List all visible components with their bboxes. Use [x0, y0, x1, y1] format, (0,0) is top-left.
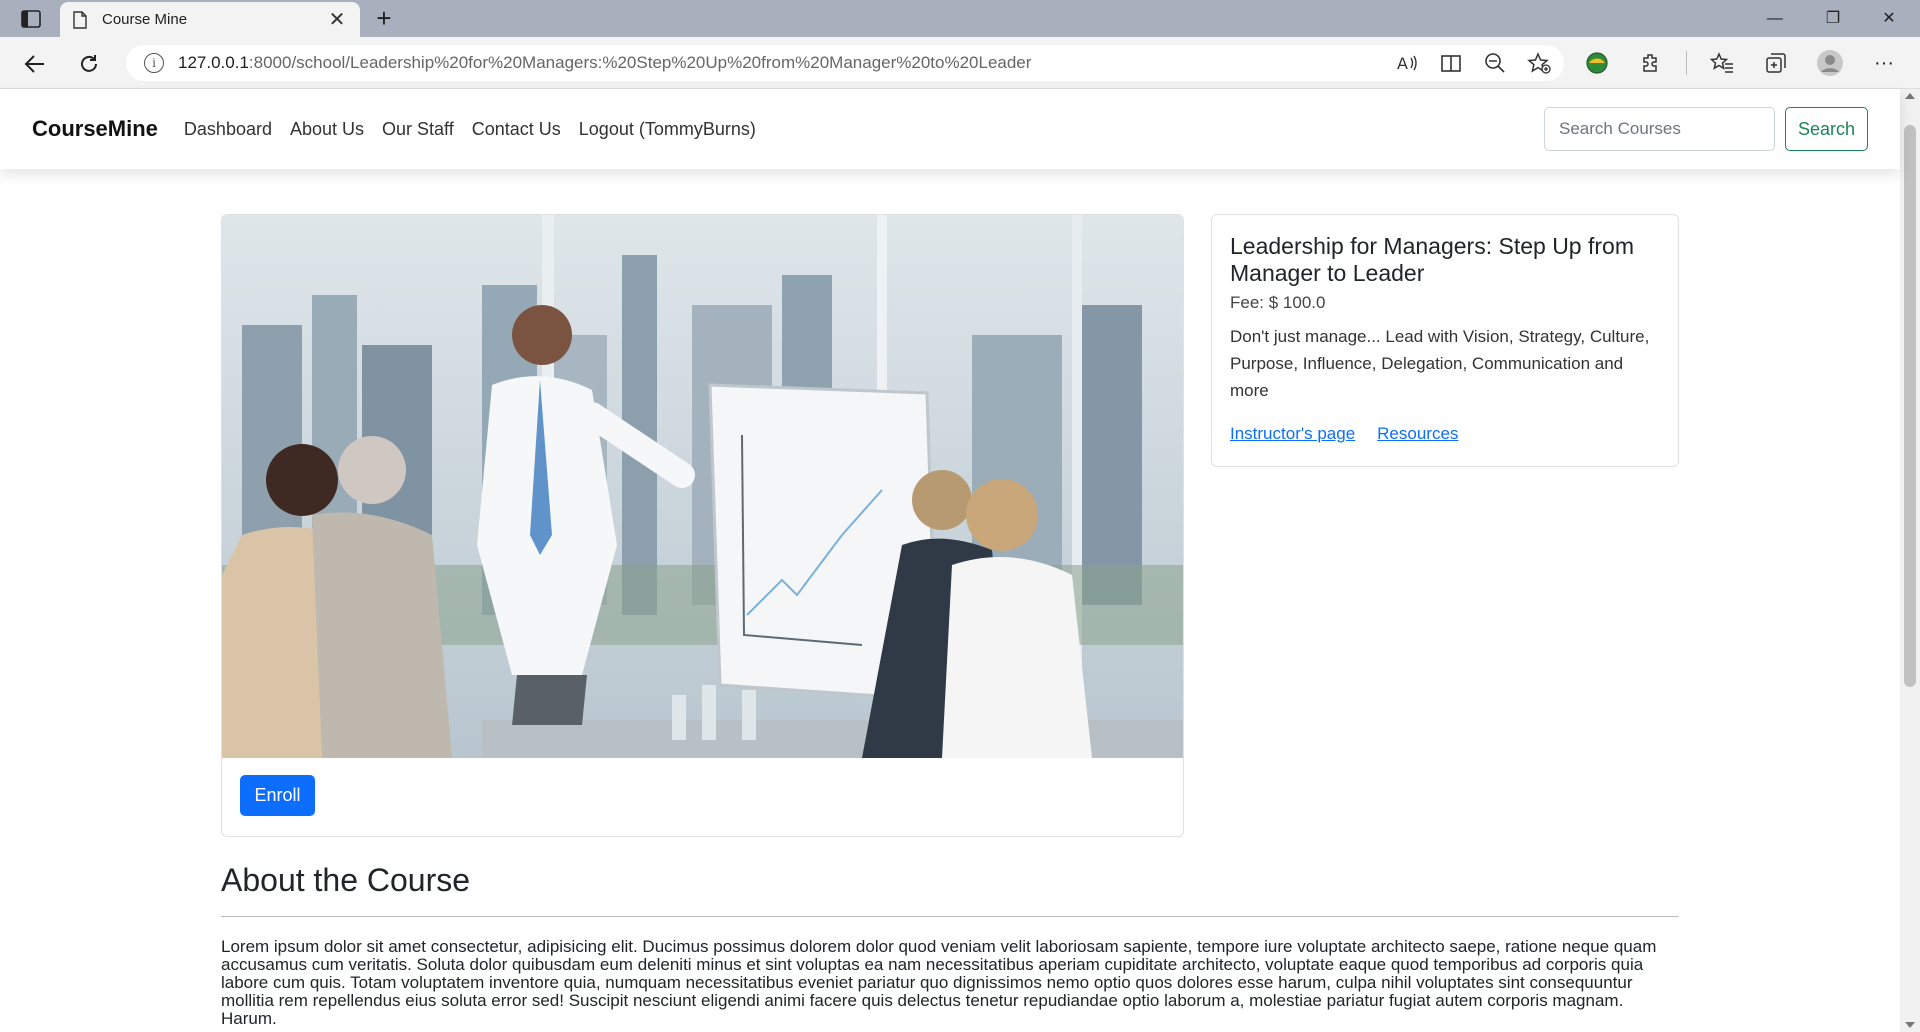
search-button[interactable]: Search — [1785, 107, 1868, 151]
course-image — [222, 215, 1183, 758]
new-tab-icon[interactable]: + — [368, 4, 400, 34]
nav-link-about-us[interactable]: About Us — [290, 119, 364, 140]
scroll-down-icon[interactable] — [1905, 1022, 1915, 1028]
back-icon[interactable] — [18, 47, 52, 81]
instructor-page-link[interactable]: Instructor's page — [1230, 424, 1355, 444]
browser-tab[interactable]: Course Mine ✕ — [60, 2, 360, 37]
url-field[interactable]: i 127.0.0.1:8000/school/Leadership%20for… — [126, 45, 1564, 81]
svg-text:A: A — [1397, 54, 1408, 73]
course-fee: Fee: $ 100.0 — [1230, 293, 1326, 312]
scroll-thumb[interactable] — [1904, 125, 1916, 687]
course-card: Enroll — [221, 214, 1184, 837]
tab-actions-icon[interactable] — [14, 6, 48, 32]
profile-avatar-icon[interactable] — [1811, 46, 1849, 80]
url-path: :8000/school/Leadership%20for%20Managers… — [248, 53, 1032, 72]
zoom-out-icon[interactable] — [1482, 50, 1508, 76]
add-favorite-icon[interactable] — [1526, 50, 1552, 76]
toolbar-divider — [1686, 51, 1687, 75]
collections-icon[interactable] — [1757, 46, 1795, 80]
about-divider — [221, 916, 1679, 917]
resources-link[interactable]: Resources — [1377, 424, 1458, 444]
browser-tab-bar: Course Mine ✕ + — ❐ ✕ — [0, 0, 1920, 37]
close-tab-icon[interactable]: ✕ — [326, 10, 348, 30]
course-title: Leadership for Managers: Step Up from Ma… — [1230, 233, 1634, 286]
page-icon — [73, 10, 87, 29]
nav-link-dashboard[interactable]: Dashboard — [184, 119, 272, 140]
nav-link-logout[interactable]: Logout (TommyBurns) — [579, 119, 756, 140]
browser-address-bar: i 127.0.0.1:8000/school/Leadership%20for… — [0, 37, 1920, 89]
about-body: Lorem ipsum dolor sit amet consectetur, … — [221, 937, 1657, 1028]
read-aloud-icon[interactable]: A — [1394, 50, 1420, 76]
course-description: Don't just manage... Lead with Vision, S… — [1230, 327, 1650, 400]
scroll-up-icon[interactable] — [1905, 93, 1915, 99]
page-scrollbar[interactable] — [1900, 89, 1920, 1032]
favorites-icon[interactable] — [1703, 46, 1741, 80]
more-options-icon[interactable]: ··· — [1865, 46, 1903, 80]
close-window-icon[interactable]: ✕ — [1866, 4, 1912, 34]
nav-link-contact-us[interactable]: Contact Us — [472, 119, 561, 140]
about-heading: About the Course — [221, 862, 471, 898]
enroll-button[interactable]: Enroll — [240, 775, 315, 816]
restore-icon[interactable]: ❐ — [1810, 4, 1856, 34]
url-host: 127.0.0.1 — [178, 53, 249, 72]
immersive-reader-icon[interactable] — [1438, 50, 1464, 76]
nav-link-our-staff[interactable]: Our Staff — [382, 119, 454, 140]
course-info-card: Leadership for Managers: Step Up from Ma… — [1211, 214, 1679, 467]
minimize-icon[interactable]: — — [1752, 4, 1798, 34]
extension-globe-icon[interactable] — [1578, 46, 1616, 80]
site-info-icon[interactable]: i — [144, 53, 164, 73]
tab-title: Course Mine — [102, 11, 188, 28]
brand-logo[interactable]: CourseMine — [32, 116, 158, 142]
extensions-icon[interactable] — [1632, 46, 1670, 80]
site-navbar: CourseMine Dashboard About Us Our Staff … — [0, 89, 1900, 169]
search-input[interactable] — [1544, 107, 1775, 151]
reload-icon[interactable] — [72, 47, 106, 81]
course-links: Instructor's page Resources — [1230, 424, 1660, 444]
url-text: 127.0.0.1:8000/school/Leadership%20for%2… — [178, 53, 1031, 73]
